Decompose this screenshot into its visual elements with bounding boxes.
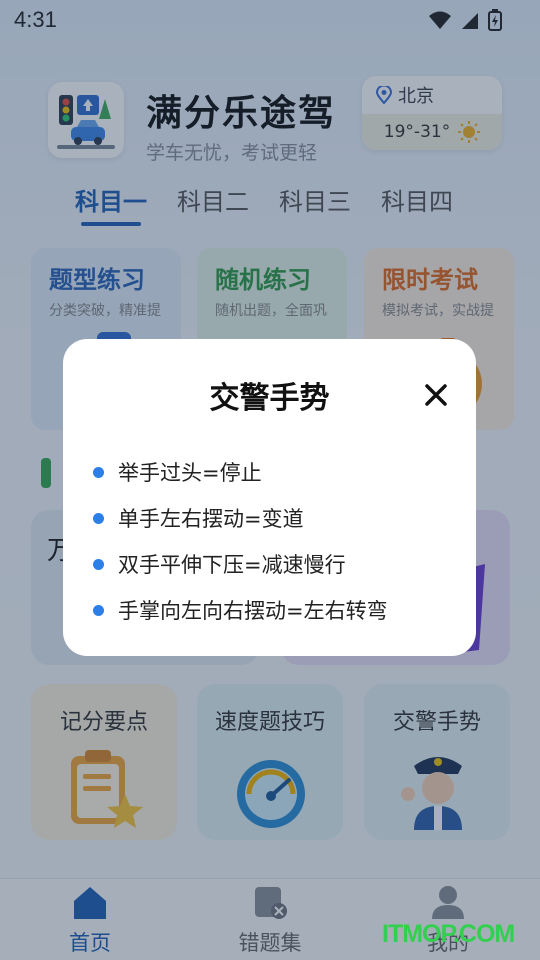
bullet-dot — [93, 512, 104, 524]
list-item: 手掌向左向右摆动=左右转弯 — [93, 587, 388, 633]
list-item: 双手平伸下压=减速慢行 — [93, 541, 388, 587]
bullet-dot — [93, 558, 104, 570]
dialog-title: 交警手势 — [209, 381, 330, 416]
gesture-text: 单手左右摆动=变道 — [118, 507, 304, 531]
gesture-list: 举手过头=停止 单手左右摆动=变道 双手平伸下压=减速慢行 手掌向左向右摆动=左… — [93, 449, 388, 633]
list-item: 举手过头=停止 — [93, 449, 388, 495]
watermark: ITMOP.COM — [382, 920, 515, 948]
close-icon[interactable] — [422, 381, 450, 409]
bullet-dot — [93, 466, 104, 478]
traffic-gesture-dialog: 交警手势 举手过头=停止 单手左右摆动=变道 双手平伸下压=减速慢行 手掌向左向… — [63, 339, 476, 656]
gesture-text: 举手过头=停止 — [118, 461, 262, 485]
gesture-text: 双手平伸下压=减速慢行 — [118, 553, 346, 577]
bullet-dot — [93, 604, 104, 616]
list-item: 单手左右摆动=变道 — [93, 495, 388, 541]
gesture-text: 手掌向左向右摆动=左右转弯 — [118, 599, 388, 623]
